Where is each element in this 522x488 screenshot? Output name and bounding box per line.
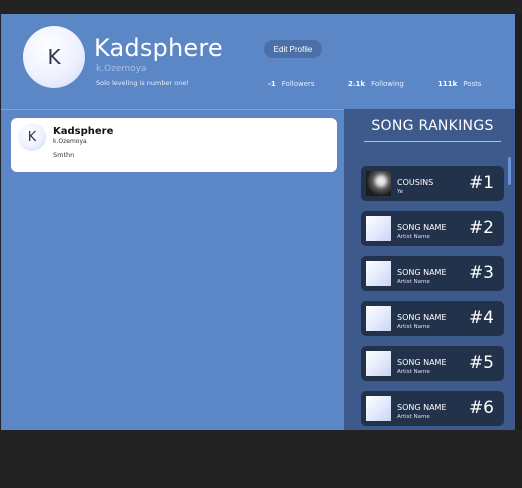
song-name: COUSINS	[397, 178, 434, 187]
album-cover-placeholder	[366, 396, 391, 421]
post-card[interactable]: K Kadsphere k.Ozemoya Smthn	[11, 118, 337, 172]
song-name: SONG NAME	[397, 223, 447, 232]
stat-posts[interactable]: 111k Posts	[438, 80, 482, 88]
avatar-letter: K	[27, 129, 37, 145]
stat-value: 111k	[438, 80, 458, 88]
artist-name: Artist Name	[397, 414, 430, 420]
post-text: Smthn	[53, 151, 75, 159]
post-author-name: Kadsphere	[53, 126, 114, 137]
album-cover-placeholder	[366, 306, 391, 331]
title-divider	[364, 141, 501, 142]
profile-handle: k.Ozemoya	[96, 64, 147, 74]
song-name: SONG NAME	[397, 358, 447, 367]
edit-profile-button[interactable]: Edit Profile	[264, 40, 322, 58]
album-cover-placeholder	[366, 216, 391, 241]
stat-following[interactable]: 2.1k Following	[348, 80, 404, 88]
artist-name: Artist Name	[397, 234, 430, 240]
album-cover-placeholder	[366, 261, 391, 286]
song-rankings-title: SONG RANKINGS	[371, 118, 494, 134]
window-edge	[515, 14, 522, 430]
song-name: SONG NAME	[397, 403, 447, 412]
artist-name: Artist Name	[397, 369, 430, 375]
stat-label: Followers	[281, 80, 315, 88]
post-avatar[interactable]: K	[18, 123, 46, 151]
profile-avatar[interactable]: K	[23, 26, 85, 88]
profile-name: Kadsphere	[94, 34, 223, 62]
album-cover-placeholder	[366, 351, 391, 376]
song-name: SONG NAME	[397, 268, 447, 277]
stat-label: Posts	[463, 80, 482, 88]
stat-followers[interactable]: -1 Followers	[268, 80, 315, 88]
rank-number: #1	[468, 173, 494, 193]
stat-value: 2.1k	[348, 80, 366, 88]
profile-app: K Kadsphere k.Ozemoya Solo leveling is n…	[1, 14, 515, 430]
rank-number: #3	[468, 263, 494, 283]
rank-number: #6	[468, 398, 494, 418]
scrollbar-thumb[interactable]	[508, 157, 511, 185]
rank-number: #2	[468, 218, 494, 238]
ranking-item[interactable]: COUSINS Ye #1	[361, 166, 504, 201]
stat-value: -1	[268, 80, 276, 88]
artist-name: Artist Name	[397, 279, 430, 285]
avatar-letter: K	[47, 45, 61, 69]
song-rankings-panel: SONG RANKINGS COUSINS Ye #1 SONG NAME Ar…	[344, 109, 515, 430]
artist-name: Ye	[397, 189, 404, 195]
ranking-item[interactable]: SONG NAME Artist Name #5	[361, 346, 504, 381]
rank-number: #4	[468, 308, 494, 328]
ranking-item[interactable]: SONG NAME Artist Name #2	[361, 211, 504, 246]
stat-label: Following	[371, 80, 404, 88]
ranking-item[interactable]: SONG NAME Artist Name #4	[361, 301, 504, 336]
post-author-handle: k.Ozemoya	[53, 138, 87, 145]
artist-name: Artist Name	[397, 324, 430, 330]
album-cover-image	[366, 171, 391, 196]
ranking-item[interactable]: SONG NAME Artist Name #3	[361, 256, 504, 291]
rank-number: #5	[468, 353, 494, 373]
profile-bio: Solo leveling is number one!	[96, 79, 189, 87]
song-name: SONG NAME	[397, 313, 447, 322]
profile-header: K Kadsphere k.Ozemoya Solo leveling is n…	[1, 14, 515, 110]
ranking-item[interactable]: SONG NAME Artist Name #6	[361, 391, 504, 426]
